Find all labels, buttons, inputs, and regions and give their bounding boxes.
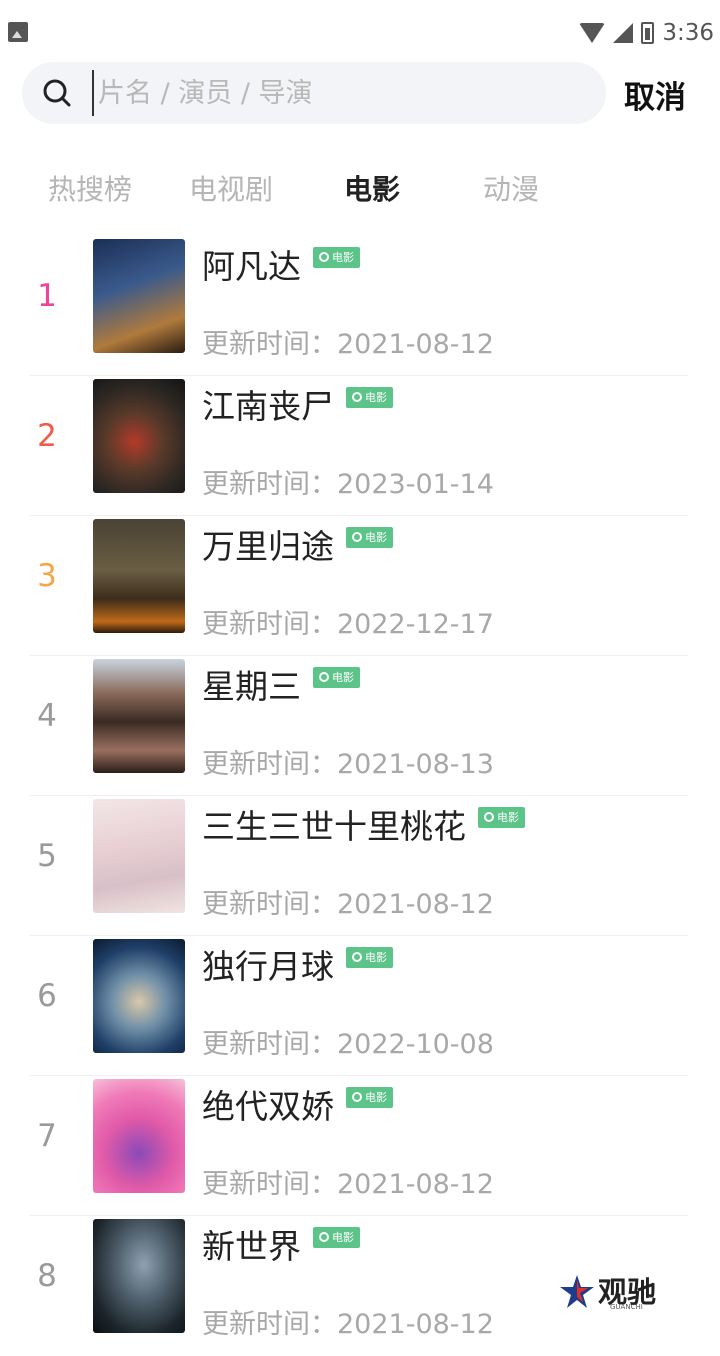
rank-number: 6 xyxy=(36,978,58,1014)
film-icon xyxy=(352,952,362,962)
item-title: 三生三世十里桃花 xyxy=(202,800,466,848)
update-time: 更新时间：2023-01-14 xyxy=(202,462,494,501)
tab-anime[interactable]: 动漫 xyxy=(483,168,539,208)
movie-tag: 电影 xyxy=(478,807,525,828)
film-icon xyxy=(319,672,329,682)
film-icon xyxy=(352,392,362,402)
film-icon xyxy=(484,812,494,822)
rank-number: 2 xyxy=(36,418,58,454)
item-title: 万里归途 xyxy=(202,520,334,568)
movie-tag: 电影 xyxy=(313,667,360,688)
status-icons: 3:36 xyxy=(579,18,714,48)
status-time: 3:36 xyxy=(662,20,714,46)
signal-icon xyxy=(613,23,633,43)
watermark-logo: 观驰 GUANCHI xyxy=(558,1271,676,1313)
status-bar: 3:36 xyxy=(0,0,720,62)
search-input[interactable] xyxy=(92,70,592,116)
watermark-subtext: GUANCHI xyxy=(610,1303,643,1311)
item-title: 独行月球 xyxy=(202,940,334,988)
image-icon xyxy=(8,22,28,42)
rank-number: 5 xyxy=(36,838,58,874)
list-item[interactable]: 1 阿凡达 电影 更新时间：2021-08-12 xyxy=(0,236,720,376)
list-item[interactable]: 2 江南丧尸 电影 更新时间：2023-01-14 xyxy=(0,376,720,516)
battery-icon xyxy=(641,22,654,44)
poster-image xyxy=(93,799,185,913)
poster-image xyxy=(93,659,185,773)
list-item[interactable]: 3 万里归途 电影 更新时间：2022-12-17 xyxy=(0,516,720,656)
rank-number: 1 xyxy=(36,278,58,314)
star-logo-icon xyxy=(558,1273,596,1311)
update-time: 更新时间：2021-08-12 xyxy=(202,1162,494,1201)
film-icon xyxy=(352,532,362,542)
rank-number: 3 xyxy=(36,558,58,594)
rank-number: 7 xyxy=(36,1118,58,1154)
item-title: 星期三 xyxy=(202,660,301,708)
poster-image xyxy=(93,1079,185,1193)
poster-image xyxy=(93,939,185,1053)
search-icon xyxy=(42,78,72,108)
list-item[interactable]: 6 独行月球 电影 更新时间：2022-10-08 xyxy=(0,936,720,1076)
item-title: 绝代双娇 xyxy=(202,1080,334,1128)
movie-tag: 电影 xyxy=(346,387,393,408)
poster-image xyxy=(93,239,185,353)
movie-tag: 电影 xyxy=(346,947,393,968)
rank-number: 8 xyxy=(36,1258,58,1294)
item-title: 阿凡达 xyxy=(202,240,301,288)
item-title: 新世界 xyxy=(202,1220,301,1268)
update-time: 更新时间：2021-08-12 xyxy=(202,322,494,361)
list-item[interactable]: 5 三生三世十里桃花 电影 更新时间：2021-08-12 xyxy=(0,796,720,936)
update-time: 更新时间：2021-08-12 xyxy=(202,1302,494,1341)
update-time: 更新时间：2021-08-13 xyxy=(202,742,494,781)
item-title: 江南丧尸 xyxy=(202,380,334,428)
rank-number: 4 xyxy=(36,698,58,734)
film-icon xyxy=(352,1092,362,1102)
update-time: 更新时间：2021-08-12 xyxy=(202,882,494,921)
list-item[interactable]: 4 星期三 电影 更新时间：2021-08-13 xyxy=(0,656,720,796)
search-bar: 取消 xyxy=(0,62,720,126)
category-tabs: 热搜榜 电视剧 电影 动漫 xyxy=(0,168,720,214)
poster-image xyxy=(93,519,185,633)
movie-tag: 电影 xyxy=(313,1227,360,1248)
film-icon xyxy=(319,252,329,262)
cancel-button[interactable]: 取消 xyxy=(624,72,686,117)
list-item[interactable]: 7 绝代双娇 电影 更新时间：2021-08-12 xyxy=(0,1076,720,1216)
tab-tv-series[interactable]: 电视剧 xyxy=(189,168,273,208)
update-time: 更新时间：2022-12-17 xyxy=(202,602,494,641)
movie-tag: 电影 xyxy=(346,1087,393,1108)
movie-tag: 电影 xyxy=(313,247,360,268)
poster-image xyxy=(93,379,185,493)
update-time: 更新时间：2022-10-08 xyxy=(202,1022,494,1061)
poster-image xyxy=(93,1219,185,1333)
wifi-icon xyxy=(579,23,605,43)
search-box[interactable] xyxy=(22,62,606,124)
tab-movie[interactable]: 电影 xyxy=(344,168,400,208)
movie-tag: 电影 xyxy=(346,527,393,548)
tab-hot-search[interactable]: 热搜榜 xyxy=(48,168,132,208)
film-icon xyxy=(319,1232,329,1242)
